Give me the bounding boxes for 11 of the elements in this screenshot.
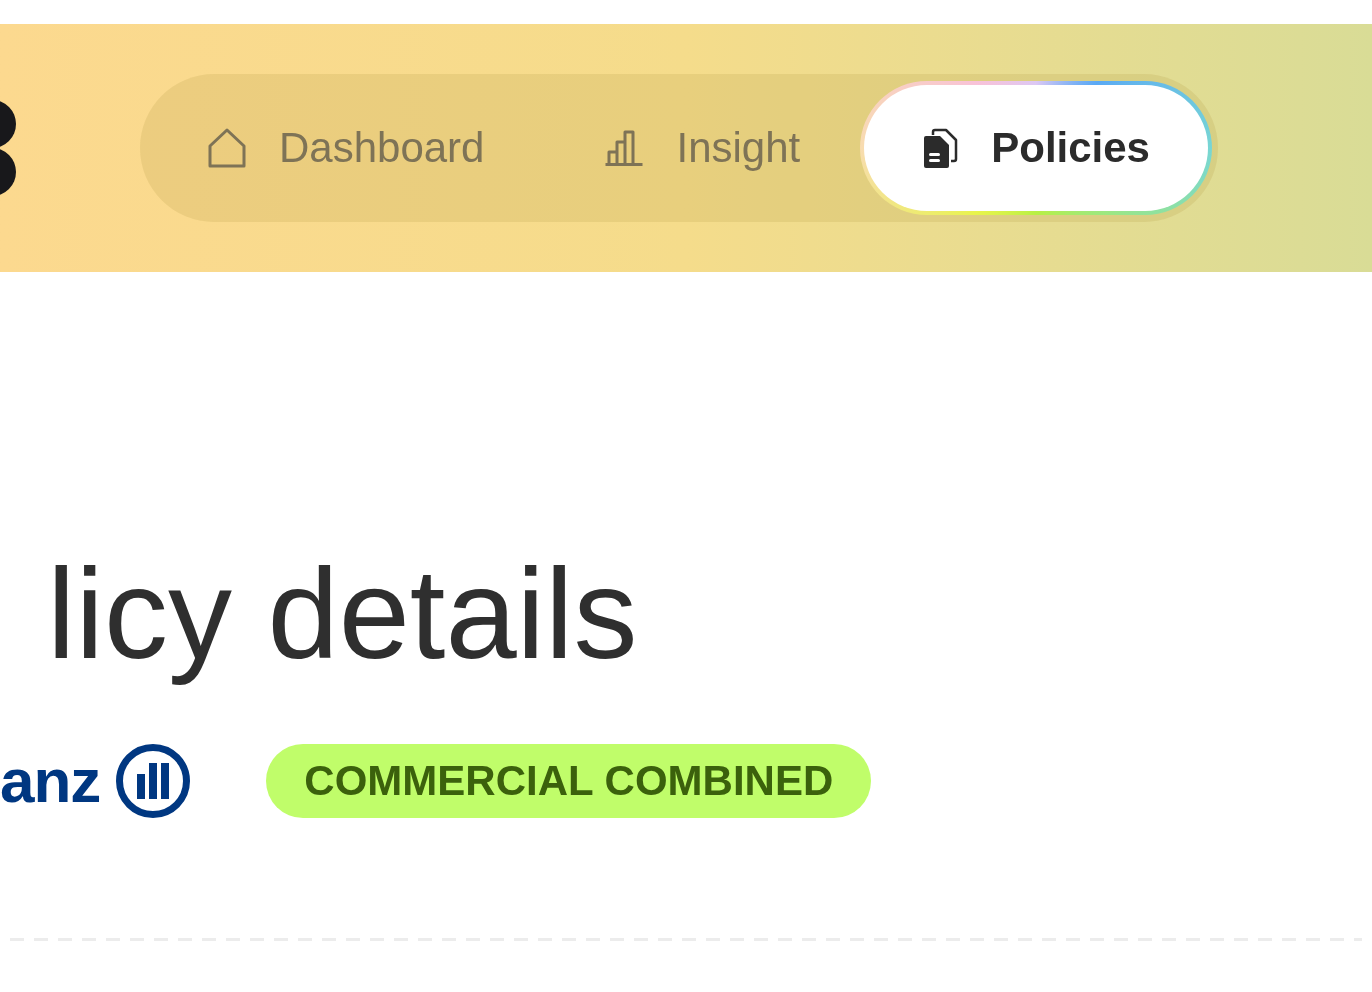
- logo-emblem-icon: [116, 743, 191, 818]
- logo-icon: [0, 100, 16, 196]
- nav-tab[interactable]: Insight: [544, 81, 861, 215]
- nav-tab[interactable]: Dashboard: [147, 81, 545, 215]
- bar-chart-icon: [604, 130, 645, 166]
- page-title: licy details: [47, 541, 638, 687]
- insurer-logo-text: anz: [0, 749, 101, 812]
- documents-icon: [922, 128, 959, 168]
- policy-type-badge: COMMERCIAL COMBINED: [266, 743, 872, 818]
- home-icon: [207, 128, 247, 168]
- nav-tab[interactable]: Policies: [860, 81, 1212, 215]
